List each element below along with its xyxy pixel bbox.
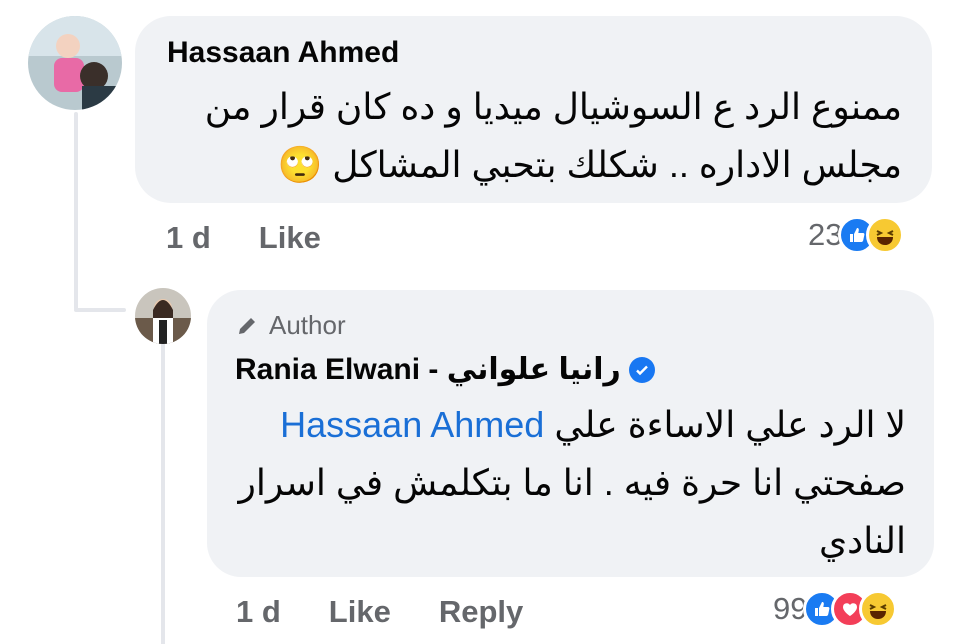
reply-button[interactable]: Reply [439,594,523,630]
reply-text: لا الرد علي الاساءة علي Hassaan Ahmed صف… [226,396,906,570]
reply-line-2: صفحتي انا حرة فيه . انا ما بتكلمش في اسر… [238,462,906,503]
comment-timestamp[interactable]: 1 d [166,220,211,256]
haha-reaction-icon [866,216,905,254]
comment-line: ممنوع الرد ع السوشيال ميديا و ده كان قرا… [204,86,902,127]
like-button[interactable]: Like [259,220,321,256]
author-badge: Author [235,310,346,341]
reply-line-3: النادي [818,520,906,561]
verified-badge-icon [628,356,655,383]
reply-author[interactable]: Rania Elwani - رانيا علواني [235,352,621,387]
reply-line-text: لا الرد علي الاساءة علي [554,404,906,445]
thread-connector [74,308,126,312]
comment-actions: 1 d Like [166,220,321,256]
comment-bubble: Hassaan Ahmed ممنوع الرد ع السوشيال ميدي… [135,16,932,203]
reply-line-1: لا الرد علي الاساءة علي Hassaan Ahmed [226,396,906,454]
like-button[interactable]: Like [329,594,391,630]
avatar[interactable] [28,16,122,110]
reply-actions: 1 d Like Reply [236,594,523,630]
author-badge-label: Author [269,310,346,340]
comment-author[interactable]: Hassaan Ahmed [167,36,399,70]
reaction-count: 99 [773,591,808,626]
reply-avatar[interactable] [135,288,191,344]
reaction-summary[interactable]: 23 [808,216,905,254]
thread-line [74,112,78,310]
reaction-count: 23 [808,217,843,252]
comment-text: ممنوع الرد ع السوشيال ميديا و ده كان قرا… [162,78,902,194]
reply-reaction-summary[interactable]: 99 [773,590,898,628]
pencil-icon [239,317,255,334]
mention-link[interactable]: Hassaan Ahmed [280,404,544,445]
reply-bubble: Author Rania Elwani - رانيا علواني لا ال… [207,290,934,577]
reply-author-row: Rania Elwani - رانيا علواني [235,352,655,387]
comment-line: مجلس الاداره .. شكلك بتحبي المشاكل 🙄 [277,144,902,185]
haha-reaction-icon [859,590,898,628]
reply-timestamp[interactable]: 1 d [236,594,281,630]
reply-thread-line [161,344,165,644]
